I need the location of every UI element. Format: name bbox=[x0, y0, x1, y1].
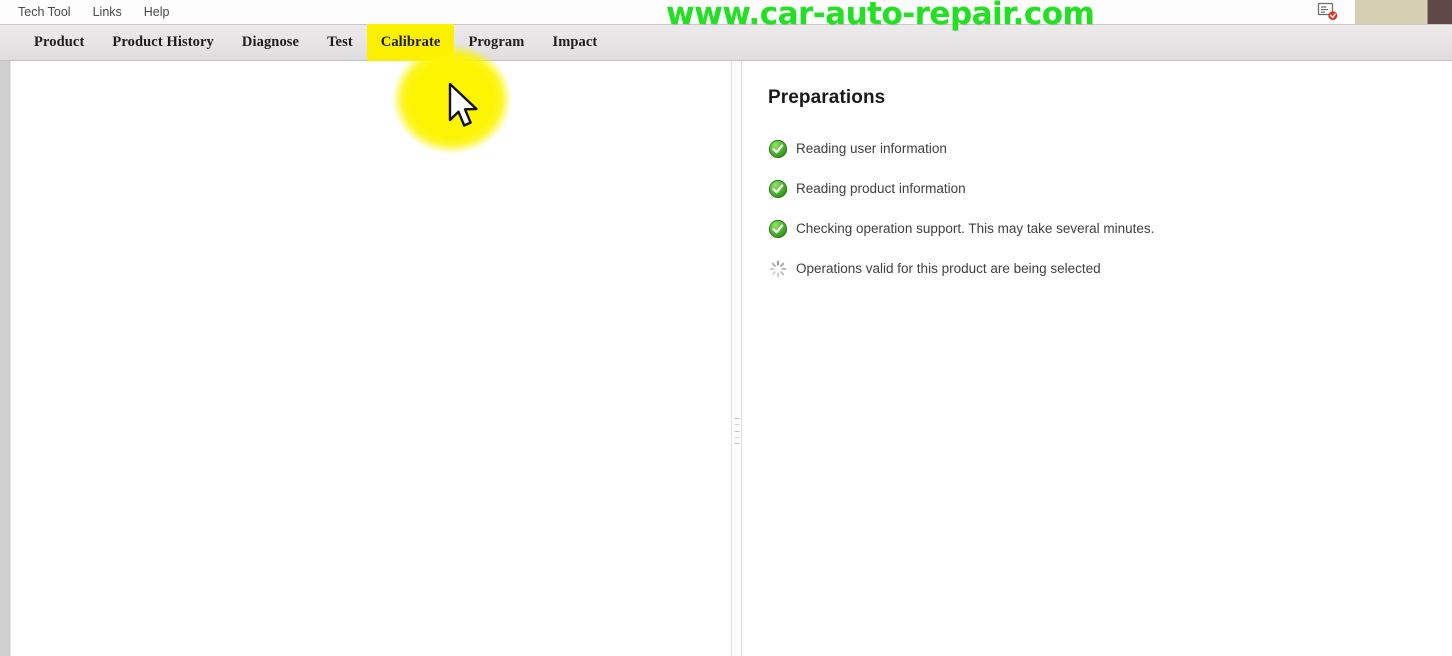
task-label: Reading user information bbox=[796, 141, 947, 156]
main-tab-bar: Product Product History Diagnose Test Ca… bbox=[0, 24, 1452, 61]
task-row-checking-operation-support: Checking operation support. This may tak… bbox=[768, 219, 1422, 239]
task-label: Reading product information bbox=[796, 181, 966, 196]
menu-bar: Tech Tool Links Help bbox=[0, 0, 1452, 24]
tab-test[interactable]: Test bbox=[313, 24, 367, 61]
titlebar-swatch-brown bbox=[1428, 0, 1452, 24]
loading-spinner-icon bbox=[768, 259, 788, 279]
menu-item-help[interactable]: Help bbox=[144, 3, 180, 21]
menu-bar-right-tools bbox=[1317, 0, 1452, 24]
titlebar-swatch-tan bbox=[1355, 0, 1428, 24]
task-row-operations-valid-selection: Operations valid for this product are be… bbox=[768, 259, 1422, 279]
content-area: Preparations Reading user information Re… bbox=[0, 61, 1452, 656]
tab-product[interactable]: Product bbox=[20, 24, 98, 61]
tab-impact[interactable]: Impact bbox=[538, 24, 611, 61]
tech-tool-window: Tech Tool Links Help Product Product His… bbox=[0, 0, 1452, 656]
preparations-pane: Preparations Reading user information Re… bbox=[742, 61, 1452, 656]
message-alert-icon[interactable] bbox=[1317, 2, 1339, 22]
menu-item-tech-tool[interactable]: Tech Tool bbox=[18, 3, 81, 21]
task-label: Checking operation support. This may tak… bbox=[796, 221, 1155, 236]
green-check-icon bbox=[768, 179, 788, 199]
green-check-icon bbox=[768, 139, 788, 159]
task-row-reading-user-information: Reading user information bbox=[768, 139, 1422, 159]
tab-calibrate[interactable]: Calibrate bbox=[366, 24, 455, 61]
tab-diagnose[interactable]: Diagnose bbox=[228, 24, 313, 61]
preparations-task-list: Reading user information Reading product… bbox=[768, 139, 1422, 279]
task-label: Operations valid for this product are be… bbox=[796, 261, 1101, 276]
tab-product-history[interactable]: Product History bbox=[98, 24, 228, 61]
splitter-grip-icon bbox=[734, 418, 739, 444]
menu-item-links[interactable]: Links bbox=[93, 3, 132, 21]
page-title: Preparations bbox=[768, 87, 886, 108]
pane-splitter[interactable] bbox=[731, 61, 742, 656]
tab-program[interactable]: Program bbox=[454, 24, 538, 61]
left-content-pane bbox=[11, 61, 731, 656]
green-check-icon bbox=[768, 219, 788, 239]
left-edge-rail bbox=[0, 61, 11, 656]
task-row-reading-product-information: Reading product information bbox=[768, 179, 1422, 199]
